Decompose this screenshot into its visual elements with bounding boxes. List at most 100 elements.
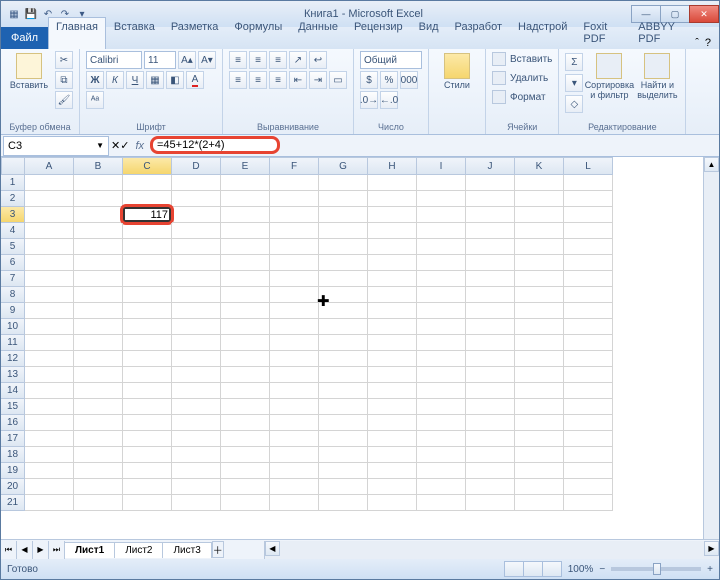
cell[interactable] xyxy=(466,223,515,239)
cell[interactable] xyxy=(25,223,74,239)
cell[interactable] xyxy=(564,399,613,415)
increase-indent-icon[interactable]: ⇥ xyxy=(309,71,327,89)
cell[interactable] xyxy=(25,399,74,415)
cell[interactable] xyxy=(74,367,123,383)
cell[interactable] xyxy=(123,447,172,463)
cell[interactable] xyxy=(74,271,123,287)
cell[interactable] xyxy=(25,271,74,287)
cell[interactable] xyxy=(74,351,123,367)
minimize-ribbon-icon[interactable]: ˆ xyxy=(695,37,699,49)
cell[interactable] xyxy=(74,175,123,191)
cell[interactable] xyxy=(417,415,466,431)
cell[interactable] xyxy=(368,239,417,255)
cell[interactable] xyxy=(564,255,613,271)
ribbon-tab-разработ[interactable]: Разработ xyxy=(447,17,510,49)
cell[interactable] xyxy=(417,239,466,255)
file-tab[interactable]: Файл xyxy=(1,27,48,49)
cell[interactable] xyxy=(564,463,613,479)
orientation-icon[interactable]: ↗ xyxy=(289,51,307,69)
cell[interactable] xyxy=(221,303,270,319)
cell[interactable] xyxy=(319,351,368,367)
cell[interactable] xyxy=(564,239,613,255)
cell[interactable] xyxy=(319,223,368,239)
cell[interactable] xyxy=(221,287,270,303)
cell[interactable] xyxy=(25,495,74,511)
cell[interactable] xyxy=(466,303,515,319)
cell[interactable] xyxy=(172,495,221,511)
cell[interactable] xyxy=(74,239,123,255)
cell[interactable] xyxy=(74,319,123,335)
cell[interactable] xyxy=(417,495,466,511)
cell[interactable] xyxy=(221,447,270,463)
cell[interactable] xyxy=(368,351,417,367)
decrease-indent-icon[interactable]: ⇤ xyxy=(289,71,307,89)
cell[interactable] xyxy=(123,271,172,287)
cell[interactable] xyxy=(74,415,123,431)
cell[interactable] xyxy=(172,303,221,319)
cell[interactable] xyxy=(123,239,172,255)
cell[interactable] xyxy=(74,431,123,447)
cell[interactable] xyxy=(466,383,515,399)
cell[interactable] xyxy=(123,431,172,447)
cell[interactable] xyxy=(368,479,417,495)
cell[interactable] xyxy=(368,383,417,399)
cell[interactable] xyxy=(123,319,172,335)
name-box-dropdown-icon[interactable]: ▼ xyxy=(96,141,104,150)
cell[interactable] xyxy=(564,479,613,495)
underline-icon[interactable]: Ч xyxy=(126,71,144,89)
font-size-dropdown[interactable]: 11 xyxy=(144,51,176,69)
insert-cells-button[interactable]: Вставить xyxy=(492,51,552,67)
cell[interactable] xyxy=(466,463,515,479)
cell[interactable] xyxy=(25,431,74,447)
row-header[interactable]: 12 xyxy=(1,351,25,367)
zoom-thumb[interactable] xyxy=(653,563,661,575)
cell[interactable] xyxy=(74,207,123,223)
cell[interactable] xyxy=(221,335,270,351)
cell[interactable] xyxy=(417,223,466,239)
cell[interactable] xyxy=(221,319,270,335)
align-center-icon[interactable]: ≡ xyxy=(249,71,267,89)
cell[interactable] xyxy=(123,383,172,399)
cell[interactable] xyxy=(515,303,564,319)
cell[interactable] xyxy=(270,175,319,191)
cell[interactable] xyxy=(123,303,172,319)
cell[interactable] xyxy=(417,303,466,319)
cell[interactable] xyxy=(515,351,564,367)
cell[interactable] xyxy=(417,351,466,367)
sheet-tab[interactable]: Лист3 xyxy=(162,542,211,558)
merge-icon[interactable]: ▭ xyxy=(329,71,347,89)
cell[interactable] xyxy=(74,191,123,207)
cell[interactable] xyxy=(270,319,319,335)
cell[interactable] xyxy=(319,287,368,303)
cell[interactable] xyxy=(172,223,221,239)
cell[interactable] xyxy=(221,367,270,383)
cell[interactable] xyxy=(564,335,613,351)
cell[interactable] xyxy=(270,239,319,255)
cell[interactable] xyxy=(368,415,417,431)
cell[interactable] xyxy=(172,319,221,335)
ribbon-tab-foxit pdf[interactable]: Foxit PDF xyxy=(575,17,630,49)
cell[interactable] xyxy=(417,207,466,223)
cell[interactable] xyxy=(564,383,613,399)
cell[interactable] xyxy=(466,207,515,223)
cell[interactable] xyxy=(466,351,515,367)
cell[interactable] xyxy=(417,335,466,351)
cell[interactable] xyxy=(466,239,515,255)
cell[interactable] xyxy=(221,351,270,367)
cell[interactable] xyxy=(123,223,172,239)
cell[interactable] xyxy=(515,383,564,399)
select-all-corner[interactable] xyxy=(1,157,25,175)
cell[interactable] xyxy=(368,367,417,383)
cell[interactable] xyxy=(564,287,613,303)
cell[interactable] xyxy=(172,383,221,399)
cell[interactable] xyxy=(25,351,74,367)
cell[interactable] xyxy=(319,495,368,511)
cell[interactable] xyxy=(172,415,221,431)
cell[interactable] xyxy=(564,351,613,367)
cell[interactable] xyxy=(221,207,270,223)
sheet-nav-prev-icon[interactable]: ◀ xyxy=(17,541,33,559)
cell[interactable] xyxy=(368,335,417,351)
cell[interactable] xyxy=(319,207,368,223)
cell[interactable] xyxy=(466,335,515,351)
cell[interactable] xyxy=(74,303,123,319)
